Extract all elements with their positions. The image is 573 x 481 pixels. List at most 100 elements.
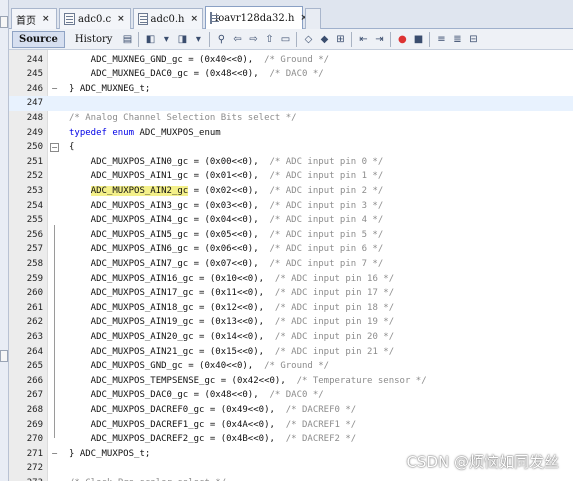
code-line[interactable]: 258 ADC_MUXPOS_AIN7_gc = (0x07<<0), /* A… [9, 257, 573, 272]
comment-icon[interactable]: ≡ [434, 32, 448, 46]
code-line[interactable]: 252 ADC_MUXPOS_AIN1_gc = (0x01<<0), /* A… [9, 169, 573, 184]
comment-token: /* ADC input pin 18 */ [274, 302, 395, 313]
tab-overflow[interactable] [305, 8, 321, 29]
code-editor[interactable]: 244 ADC_MUXNEG_GND_gc = (0x40<<0), /* Gr… [9, 50, 573, 481]
fold-toggle-icon[interactable]: − [50, 143, 59, 153]
code-text: ADC_MUXPOS_DACREF2_gc = (0x4B<<0), /* DA… [69, 432, 357, 447]
shift-right-icon[interactable]: ⇥ [372, 32, 386, 46]
highlighted-identifier: ADC_MUXPOS_AIN2_gc [90, 185, 189, 196]
code-token: ADC_MUXPOS_AIN3_gc = (0x03<<0), [69, 200, 270, 211]
toolbar-separator [138, 31, 140, 47]
diff-icon[interactable]: ⊟ [466, 32, 480, 46]
code-line[interactable]: 251 ADC_MUXPOS_AIN0_gc = (0x00<<0), /* A… [9, 155, 573, 170]
toggle-bookmark-icon[interactable]: ⊞ [333, 32, 347, 46]
code-line[interactable]: 253 ADC_MUXPOS_AIN2_gc = (0x02<<0), /* A… [9, 184, 573, 199]
indent-token [69, 186, 91, 196]
code-line[interactable]: 256 ADC_MUXPOS_AIN5_gc = (0x05<<0), /* A… [9, 228, 573, 243]
close-icon[interactable]: × [190, 14, 198, 24]
code-token: ADC_MUXPOS_AIN7_gc = (0x07<<0), [69, 258, 270, 269]
comment-token: /* ADC input pin 2 */ [269, 185, 384, 196]
last-edit-icon[interactable]: ▤ [120, 32, 134, 46]
forward-dropdown-icon[interactable]: ▾ [191, 32, 205, 46]
find-icon[interactable]: ⚲ [214, 32, 228, 46]
code-line[interactable]: 248 /* Analog Channel Selection Bits sele… [9, 111, 573, 126]
forward-icon[interactable]: ◨ [175, 32, 189, 46]
close-icon[interactable]: × [42, 14, 50, 24]
tab-ioavr128da32-h[interactable]: ioavr128da32.h × [205, 6, 308, 29]
comment-token: /* Analog Channel Selection Bits select … [69, 112, 297, 123]
find-next-icon[interactable]: ⇨ [246, 32, 260, 46]
code-token: ADC_MUXPOS_AIN21_gc = (0x15<<0), [69, 346, 275, 357]
tab-adc0-c[interactable]: adc0.c × [59, 8, 131, 29]
code-line[interactable]: 262 ADC_MUXPOS_AIN19_gc = (0x13<<0), /* … [9, 315, 573, 330]
uncomment-icon[interactable]: ≣ [450, 32, 464, 46]
code-line[interactable]: 273 /* Clock Pre-scaler select */ [9, 476, 573, 481]
next-bookmark-icon[interactable]: ◆ [317, 32, 331, 46]
previous-bookmark-icon[interactable]: ◇ [301, 32, 315, 46]
code-line[interactable]: 267 ADC_MUXPOS_DAC0_gc = (0x48<<0), /* D… [9, 388, 573, 403]
editor-toolbar: Source History ▤ ◧ ▾ ◨ ▾ ⚲ ⇦ ⇨ ⇧ ▭ ◇ ◆ ⊞… [9, 29, 573, 50]
fold-end-icon: − [51, 83, 58, 93]
code-text: ADC_MUXPOS_AIN7_gc = (0x07<<0), /* ADC i… [69, 257, 384, 272]
find-previous-icon[interactable]: ⇦ [230, 32, 244, 46]
stop-macro-icon[interactable]: ■ [411, 32, 425, 46]
tab-home[interactable]: 首页 × [11, 8, 57, 29]
tab-adc0-h[interactable]: adc0.h × [133, 8, 203, 29]
code-line[interactable]: 244 ADC_MUXNEG_GND_gc = (0x40<<0), /* Gr… [9, 53, 573, 68]
close-icon[interactable]: × [117, 14, 125, 24]
code-line[interactable]: 261 ADC_MUXPOS_AIN18_gc = (0x12<<0), /* … [9, 301, 573, 316]
record-macro-icon[interactable]: ● [395, 32, 409, 46]
shift-left-icon[interactable]: ⇤ [356, 32, 370, 46]
code-token: { [69, 142, 75, 153]
code-token: ADC_MUXPOS_DACREF0_gc = (0x49<<0), [69, 404, 286, 415]
code-line[interactable]: 247 [9, 96, 573, 111]
find-selection-icon[interactable]: ⇧ [262, 32, 276, 46]
code-line[interactable]: 263 ADC_MUXPOS_AIN20_gc = (0x14<<0), /* … [9, 330, 573, 345]
tab-label: adc0.c [78, 13, 112, 25]
code-token: = (0x02<<0), [188, 185, 270, 196]
toggle-highlight-icon[interactable]: ▭ [278, 32, 292, 46]
code-line[interactable]: 269 ADC_MUXPOS_DACREF1_gc = (0x4A<<0), /… [9, 418, 573, 433]
comment-token: /* ADC input pin 4 */ [269, 215, 384, 226]
comment-token: /* ADC input pin 0 */ [269, 156, 384, 167]
code-line[interactable]: 260 ADC_MUXPOS_AIN17_gc = (0x11<<0), /* … [9, 286, 573, 301]
editor-tab-bar: 首页 × adc0.c × adc0.h × ioavr128da32.h × [9, 0, 573, 29]
code-line[interactable]: 264 ADC_MUXPOS_AIN21_gc = (0x15<<0), /* … [9, 345, 573, 360]
code-line[interactable]: 246−} ADC_MUXNEG_t; [9, 82, 573, 97]
code-line[interactable]: 265 ADC_MUXPOS_GND_gc = (0x40<<0), /* Gr… [9, 359, 573, 374]
code-line[interactable]: 249 typedef enum ADC_MUXPOS_enum [9, 126, 573, 141]
code-line[interactable]: 266 ADC_MUXPOS_TEMPSENSE_gc = (0x42<<0),… [9, 374, 573, 389]
code-line[interactable]: 250−{ [9, 140, 573, 155]
code-token: ADC_MUXPOS_DAC0_gc = (0x48<<0), [69, 390, 270, 401]
code-token: ADC_MUXPOS_enum [134, 127, 221, 138]
comment-token: /* ADC input pin 16 */ [274, 273, 395, 284]
code-line[interactable]: 268 ADC_MUXPOS_DACREF0_gc = (0x49<<0), /… [9, 403, 573, 418]
tab-label: ioavr128da32.h [215, 12, 295, 24]
history-view-button[interactable]: History [68, 31, 120, 48]
line-number: 266 [26, 375, 43, 386]
watermark: CSDN @烦恼如同发丝 [406, 453, 559, 471]
toolbar-separator [390, 31, 392, 47]
code-line[interactable]: 254 ADC_MUXPOS_AIN3_gc = (0x03<<0), /* A… [9, 199, 573, 214]
toolbar-separator [209, 31, 211, 47]
line-number: 248 [26, 112, 43, 123]
line-number: 272 [26, 463, 43, 474]
code-text: /* Analog Channel Selection Bits select … [69, 111, 297, 126]
code-line[interactable]: 255 ADC_MUXPOS_AIN4_gc = (0x04<<0), /* A… [9, 213, 573, 228]
comment-token: /* Ground */ [264, 54, 330, 65]
line-number: 247 [26, 98, 43, 109]
code-text: ADC_MUXPOS_AIN19_gc = (0x13<<0), /* ADC … [69, 315, 394, 330]
code-line[interactable]: 259 ADC_MUXPOS_AIN16_gc = (0x10<<0), /* … [9, 272, 573, 287]
code-line[interactable]: 245 ADC_MUXNEG_DAC0_gc = (0x48<<0), /* D… [9, 67, 573, 82]
toolbar-separator [429, 31, 431, 47]
code-line[interactable]: 270 ADC_MUXPOS_DACREF2_gc = (0x4B<<0), /… [9, 432, 573, 447]
source-view-button[interactable]: Source [12, 30, 65, 48]
back-icon[interactable]: ◧ [143, 32, 157, 46]
line-number: 273 [9, 476, 43, 481]
back-dropdown-icon[interactable]: ▾ [159, 32, 173, 46]
comment-token: /* ADC input pin 5 */ [269, 229, 384, 240]
code-token: ADC_MUXNEG_DAC0_gc = (0x48<<0), [69, 69, 270, 80]
line-number: 259 [26, 273, 43, 284]
code-text: ADC_MUXPOS_TEMPSENSE_gc = (0x42<<0), /* … [69, 374, 427, 389]
code-line[interactable]: 257 ADC_MUXPOS_AIN6_gc = (0x06<<0), /* A… [9, 242, 573, 257]
